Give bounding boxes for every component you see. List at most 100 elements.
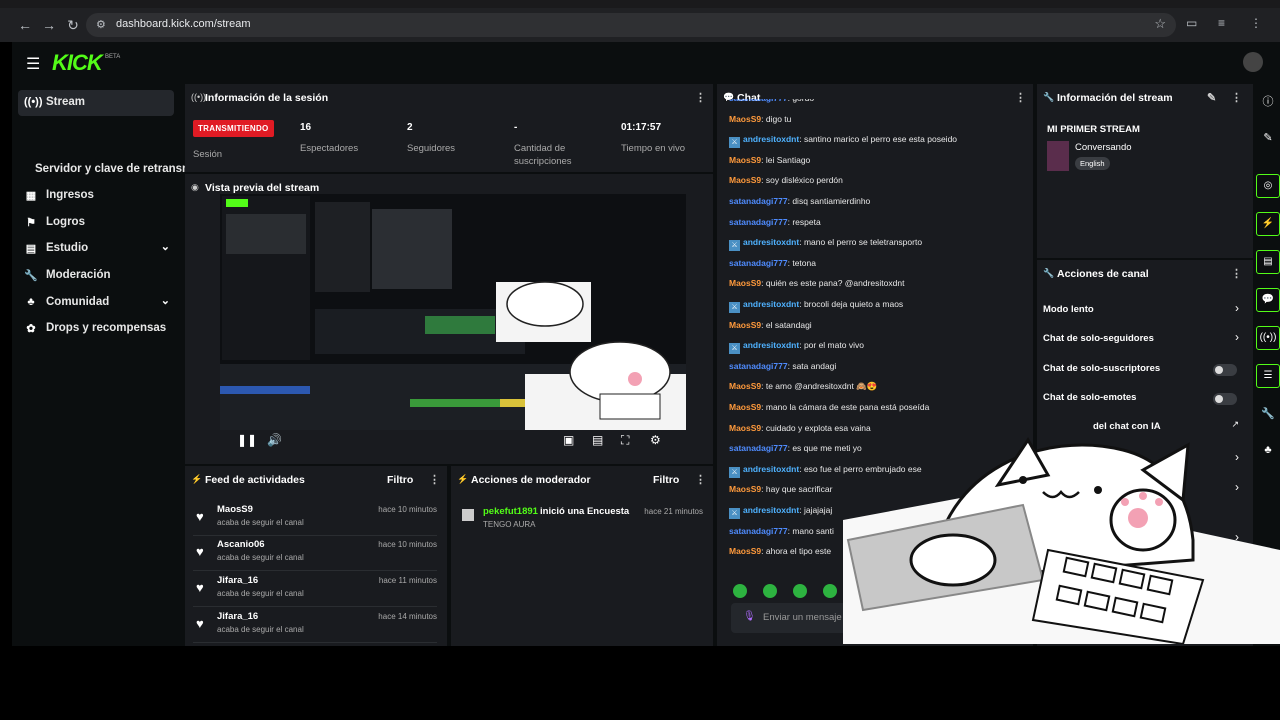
menu-icon[interactable]: ☰ bbox=[26, 54, 40, 74]
camera-icon[interactable]: ◎ bbox=[1256, 174, 1280, 198]
browser-menu-icon[interactable]: ⋮ bbox=[1250, 16, 1262, 30]
slow-mode-item[interactable]: Modo lento bbox=[1043, 304, 1094, 315]
feed-filter-button[interactable]: Filtro bbox=[387, 474, 413, 486]
chat-message: satanadagi777: respeta bbox=[729, 217, 1019, 227]
document-icon[interactable]: ▤ bbox=[1256, 250, 1280, 274]
feed-user[interactable]: Jifara_16 bbox=[217, 611, 258, 622]
more-options-icon[interactable]: ⋮ bbox=[429, 473, 440, 486]
emote-icon[interactable] bbox=[733, 584, 747, 598]
kick-logo[interactable]: KICK bbox=[52, 50, 103, 76]
sidebar-item-drops[interactable]: ✿ Drops y recompensas bbox=[18, 316, 174, 342]
feed-user[interactable]: Ascanio06 bbox=[217, 539, 265, 550]
emote-icon[interactable] bbox=[823, 584, 837, 598]
forward-icon[interactable]: → bbox=[40, 16, 58, 34]
broadcast-icon[interactable]: ((•)) bbox=[1256, 326, 1280, 350]
address-bar[interactable]: ⚙ dashboard.kick.com/stream ☆ bbox=[86, 13, 1176, 37]
broadcast-icon: ((•)) bbox=[191, 92, 207, 102]
chat-username[interactable]: MaosS9 bbox=[729, 484, 761, 494]
bookmark-star-icon[interactable]: ☆ bbox=[1154, 16, 1166, 32]
edit-icon[interactable]: ✎ bbox=[1256, 126, 1280, 150]
more-options-icon[interactable]: ⋮ bbox=[1231, 91, 1242, 104]
url-text[interactable]: dashboard.kick.com/stream bbox=[116, 18, 251, 30]
volume-icon[interactable]: 🔊 bbox=[267, 433, 282, 447]
chat-text: el satandagi bbox=[765, 319, 812, 330]
feed-user[interactable]: MaosS9 bbox=[217, 504, 253, 515]
chat-username[interactable]: andresitoxdnt bbox=[743, 237, 799, 247]
user-avatar[interactable] bbox=[1243, 52, 1263, 72]
emote-icon[interactable] bbox=[793, 584, 807, 598]
chat-username[interactable]: satanadagi777 bbox=[729, 258, 788, 268]
external-link-icon[interactable]: ↗ bbox=[1231, 419, 1239, 430]
chat-username[interactable]: andresitoxdnt bbox=[743, 505, 799, 515]
fullscreen-icon[interactable]: ⛶ bbox=[621, 433, 629, 448]
activity-feed-panel: ⚡ Feed de actividades Filtro ⋮ ♥ MaosS9 … bbox=[185, 466, 447, 646]
chat-username[interactable]: satanadagi777 bbox=[729, 99, 788, 103]
sidebar-item-ingresos[interactable]: ▦ Ingresos bbox=[18, 183, 174, 209]
sidebar-item-comunidad[interactable]: ♣ Comunidad ⌄ bbox=[18, 290, 174, 316]
chat-username[interactable]: MaosS9 bbox=[729, 278, 761, 288]
followers-label: Seguidores bbox=[407, 143, 456, 154]
info-icon[interactable]: ⓘ bbox=[1256, 90, 1280, 114]
sidebar-item-server-key[interactable]: Servidor y clave de retransmisión bbox=[35, 163, 185, 175]
session-label: Sesión bbox=[193, 149, 223, 160]
chat-username[interactable]: MaosS9 bbox=[729, 320, 761, 330]
chat-username[interactable]: satanadagi777 bbox=[729, 217, 788, 227]
cat-overlay-graphic bbox=[843, 437, 1280, 644]
sidebar-item-estudio[interactable]: ▤ Estudio ⌄ bbox=[18, 236, 174, 262]
screen-cast-icon[interactable]: ▭ bbox=[1186, 16, 1197, 30]
list-icon[interactable]: ☰ bbox=[1256, 364, 1280, 388]
edit-pencil-icon[interactable]: ✎ bbox=[1207, 91, 1216, 104]
chat-text: soy disléxico perdón bbox=[765, 175, 843, 186]
back-icon[interactable]: ← bbox=[16, 16, 34, 34]
chat-username[interactable]: MaosS9 bbox=[729, 423, 761, 433]
chat-username[interactable]: MaosS9 bbox=[729, 402, 761, 412]
stream-preview-video[interactable] bbox=[220, 194, 686, 430]
live-time-label: Tiempo en vivo bbox=[621, 143, 686, 154]
mic-icon[interactable]: 🎙 bbox=[743, 611, 756, 622]
chat-username[interactable]: satanadagi777 bbox=[729, 443, 788, 453]
lightning-icon[interactable]: ⚡ bbox=[1256, 212, 1280, 236]
chat-username[interactable]: satanadagi777 bbox=[729, 526, 788, 536]
chat-username[interactable]: MaosS9 bbox=[729, 114, 761, 124]
wrench-icon[interactable]: 🔧 bbox=[1256, 402, 1280, 426]
popout-icon[interactable]: ▤ bbox=[592, 433, 603, 447]
chat-username[interactable]: satanadagi777 bbox=[729, 361, 788, 371]
chat-username[interactable]: andresitoxdnt bbox=[743, 299, 799, 309]
followers-only-item[interactable]: Chat de solo-seguidores bbox=[1043, 333, 1154, 344]
subs-only-toggle[interactable] bbox=[1213, 364, 1237, 376]
sidebar-item-stream[interactable]: ((•)) Stream bbox=[18, 90, 174, 116]
chat-bubble-icon[interactable]: 💬 bbox=[1256, 288, 1280, 312]
heart-icon: ♥ bbox=[196, 544, 204, 559]
emotes-only-toggle[interactable] bbox=[1213, 393, 1237, 405]
chat-username[interactable]: MaosS9 bbox=[729, 546, 761, 556]
chat-username[interactable]: andresitoxdnt bbox=[743, 340, 799, 350]
chat-username[interactable]: MaosS9 bbox=[729, 175, 761, 185]
settings-gear-icon[interactable]: ⚙ bbox=[650, 433, 661, 447]
chat-username[interactable]: MaosS9 bbox=[729, 155, 761, 165]
chat-text: lei Santiago bbox=[765, 154, 811, 165]
feed-user[interactable]: Jifara_16 bbox=[217, 575, 258, 586]
theater-mode-icon[interactable]: ▣ bbox=[563, 433, 574, 447]
extensions-icon[interactable]: ≡ bbox=[1218, 16, 1225, 30]
chat-username[interactable]: satanadagi777 bbox=[729, 196, 788, 206]
site-info-icon[interactable]: ⚙ bbox=[96, 18, 106, 31]
reload-icon[interactable]: ↻ bbox=[64, 16, 82, 34]
moderator-actions-panel: ⚡ Acciones de moderador Filtro ⋮ pekefut… bbox=[451, 466, 713, 646]
chevron-right-icon[interactable]: › bbox=[1235, 330, 1239, 344]
pause-icon[interactable]: ❚❚ bbox=[237, 433, 257, 447]
chat-message: MaosS9: el satandagi bbox=[729, 320, 1019, 330]
mod-filter-button[interactable]: Filtro bbox=[653, 474, 679, 486]
chat-username[interactable]: MaosS9 bbox=[729, 381, 761, 391]
chat-username[interactable]: andresitoxdnt bbox=[743, 464, 799, 474]
mod-user[interactable]: pekefut1891 bbox=[483, 506, 538, 517]
sidebar-item-moderacion[interactable]: 🔧 Moderación bbox=[18, 263, 174, 289]
panel-title: Información de la sesión bbox=[205, 92, 329, 104]
sidebar-item-logros[interactable]: ⚑ Logros bbox=[18, 210, 174, 236]
live-status-badge: TRANSMITIENDO bbox=[193, 120, 274, 137]
chat-username[interactable]: andresitoxdnt bbox=[743, 134, 799, 144]
emote-icon[interactable] bbox=[763, 584, 777, 598]
more-options-icon[interactable]: ⋮ bbox=[1231, 267, 1242, 280]
more-options-icon[interactable]: ⋮ bbox=[695, 91, 706, 104]
chevron-right-icon[interactable]: › bbox=[1235, 301, 1239, 315]
more-options-icon[interactable]: ⋮ bbox=[695, 473, 706, 486]
